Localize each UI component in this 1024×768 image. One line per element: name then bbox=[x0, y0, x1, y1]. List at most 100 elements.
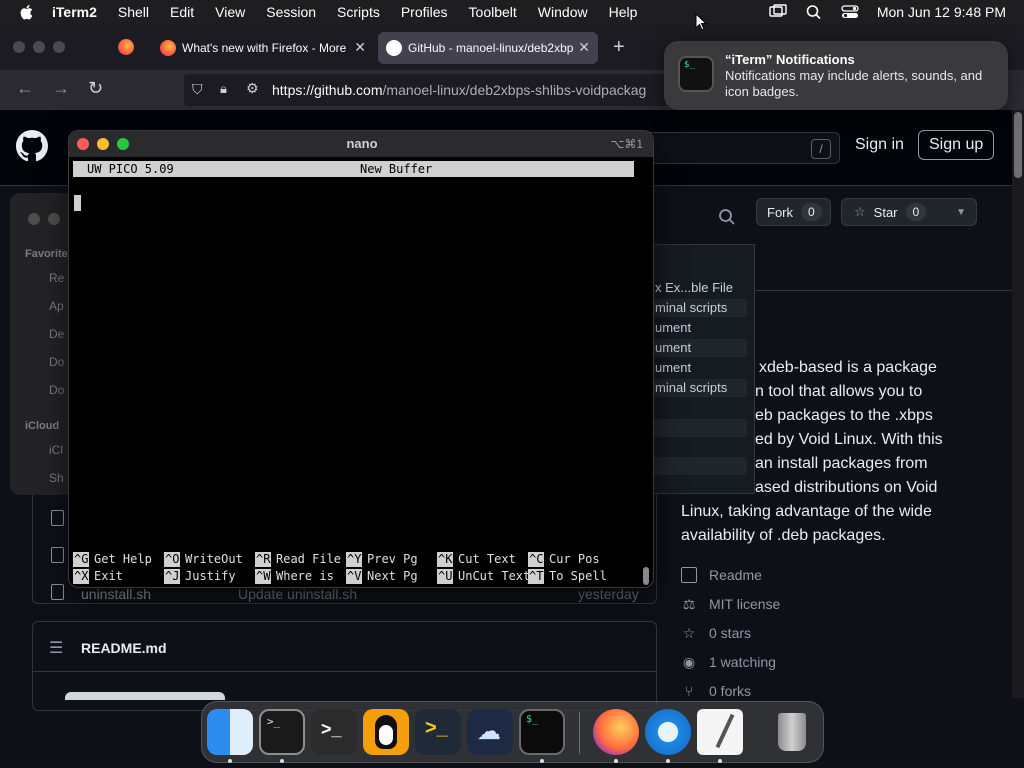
cloud-app-icon[interactable]: ☁ bbox=[467, 709, 513, 755]
new-tab-button[interactable]: + bbox=[613, 36, 625, 59]
license-link[interactable]: ⚖ MIT license bbox=[681, 596, 781, 612]
iterm-titlebar[interactable]: nano ⌥⌘1 bbox=[69, 131, 653, 157]
menu-help[interactable]: Help bbox=[609, 4, 638, 20]
search-icon[interactable] bbox=[718, 208, 736, 226]
nano-shortcut-key: ^T bbox=[528, 569, 545, 584]
page-scroll-thumb[interactable] bbox=[1014, 112, 1022, 178]
menu-window[interactable]: Window bbox=[538, 4, 588, 20]
iterm-dark-icon[interactable]: >_ bbox=[311, 709, 357, 755]
iterm-minimize-button[interactable] bbox=[97, 138, 109, 150]
dropdown-item[interactable]: ument bbox=[655, 340, 691, 355]
firefox-icon[interactable] bbox=[593, 709, 639, 755]
page-scrollbar[interactable] bbox=[1012, 110, 1024, 698]
finder-sidebar-item[interactable]: Do bbox=[49, 355, 64, 369]
back-arrow-icon[interactable]: ← bbox=[16, 78, 34, 99]
sign-in-link[interactable]: Sign in bbox=[855, 136, 904, 154]
nano-shortcut-key: ^K bbox=[437, 552, 454, 567]
stars-link[interactable]: ☆ 0 stars bbox=[681, 625, 751, 641]
divider bbox=[33, 671, 656, 672]
fork-button[interactable]: Fork 0 bbox=[756, 198, 831, 226]
menu-toolbelt[interactable]: Toolbelt bbox=[469, 4, 517, 20]
screen-mirroring-icon[interactable] bbox=[769, 4, 787, 20]
readme-card: ☰ README.md bbox=[32, 621, 657, 711]
dropdown-item[interactable]: ument bbox=[655, 320, 691, 335]
powershell-icon[interactable]: >_ bbox=[415, 709, 461, 755]
github-logo-icon[interactable] bbox=[16, 130, 48, 162]
file-name[interactable]: uninstall.sh bbox=[81, 586, 151, 602]
firefox-pinned-tab-icon[interactable] bbox=[118, 39, 134, 55]
finder-sidebar-item[interactable]: Sh bbox=[49, 471, 64, 485]
notification-title: “iTerm” Notifications bbox=[725, 52, 855, 67]
firefox-close-button[interactable] bbox=[13, 41, 25, 53]
permissions-icon[interactable]: ⚙ bbox=[246, 80, 259, 97]
menu-scripts[interactable]: Scripts bbox=[337, 4, 380, 20]
readme-link[interactable]: Readme bbox=[681, 567, 762, 583]
dropdown-item[interactable]: minal scripts bbox=[655, 380, 727, 395]
iterm-close-button[interactable] bbox=[77, 138, 89, 150]
terminal-icon[interactable]: >_ bbox=[259, 709, 305, 755]
notification-banner[interactable]: $_ “iTerm” Notifications Notifications m… bbox=[664, 41, 1008, 110]
dropdown-item[interactable]: x Ex...ble File bbox=[655, 280, 733, 295]
firefox-minimize-button[interactable] bbox=[33, 41, 45, 53]
readme-title[interactable]: README.md bbox=[81, 640, 167, 656]
iterm-zoom-button[interactable] bbox=[117, 138, 129, 150]
control-center-icon[interactable] bbox=[841, 4, 859, 20]
textedit-icon[interactable] bbox=[697, 709, 743, 755]
finder-sidebar-item[interactable]: Do bbox=[49, 383, 64, 397]
search-shortcut-key: / bbox=[811, 139, 831, 159]
finder-sidebar-item[interactable]: Ap bbox=[49, 299, 64, 313]
apple-icon[interactable] bbox=[18, 3, 36, 21]
dropdown-item[interactable]: minal scripts bbox=[655, 300, 727, 315]
menu-edit[interactable]: Edit bbox=[170, 4, 194, 20]
iterm-icon[interactable]: $_ bbox=[519, 709, 565, 755]
menu-view[interactable]: View bbox=[215, 4, 245, 20]
prompt-glyph: $_ bbox=[684, 60, 695, 70]
firefox-zoom-button[interactable] bbox=[53, 41, 65, 53]
penguin-belly bbox=[379, 725, 393, 745]
favorites-header: Favorite bbox=[25, 248, 68, 260]
finder-minimize-button[interactable] bbox=[48, 213, 60, 225]
tab-github[interactable]: GitHub - manoel-linux/deb2xbp ✕ bbox=[378, 32, 598, 64]
url-bar[interactable]: ⛉ 🔒︎ ⚙ https://github.com/manoel-linux/d… bbox=[184, 74, 704, 106]
watching-link[interactable]: ◉ 1 watching bbox=[681, 654, 776, 670]
commit-message[interactable]: Update uninstall.sh bbox=[238, 586, 357, 602]
spotlight-search-icon[interactable] bbox=[805, 4, 823, 20]
nano-shortcut-key: ^O bbox=[164, 552, 181, 567]
nano-shortcut-label: Exit bbox=[94, 569, 123, 583]
sign-up-button[interactable]: Sign up bbox=[918, 130, 995, 160]
iterm-window[interactable]: nano ⌥⌘1 UW PICO 5.09 New Buffer ^G Get … bbox=[68, 130, 654, 588]
tux-icon[interactable] bbox=[363, 709, 409, 755]
search-box[interactable]: / bbox=[640, 132, 840, 164]
finder-sidebar-item[interactable]: iCl bbox=[49, 443, 63, 457]
reload-icon[interactable]: ↻ bbox=[88, 78, 103, 99]
forks-link[interactable]: ⑂ 0 forks bbox=[681, 683, 751, 699]
finder-sidebar-item[interactable]: De bbox=[49, 327, 64, 341]
menu-profiles[interactable]: Profiles bbox=[401, 4, 448, 20]
trash-icon[interactable] bbox=[769, 709, 815, 755]
star-button[interactable]: ☆ Star 0 ▼ bbox=[841, 198, 977, 226]
about-line: availability of .deb packages. bbox=[681, 527, 886, 544]
forward-arrow-icon[interactable]: → bbox=[52, 78, 70, 99]
shield-icon[interactable]: ⛉ bbox=[192, 81, 203, 98]
dropdown-item[interactable]: ument bbox=[655, 360, 691, 375]
menubar-clock[interactable]: Mon Jun 12 9:48 PM bbox=[877, 4, 1006, 20]
iterm-scrollbar[interactable] bbox=[643, 567, 649, 585]
finder-icon[interactable] bbox=[207, 709, 253, 755]
nano-shortcut-label: Prev Pg bbox=[367, 552, 418, 566]
tab-whats-new[interactable]: What's new with Firefox - More ✕ bbox=[152, 32, 374, 64]
menu-app-name[interactable]: iTerm2 bbox=[52, 4, 97, 20]
finder-sidebar-item[interactable]: Re bbox=[49, 271, 64, 285]
finder-close-button[interactable] bbox=[28, 213, 40, 225]
nano-shortcut-label: UnCut Text bbox=[458, 569, 531, 583]
chevron-down-icon[interactable]: ▼ bbox=[956, 207, 966, 218]
close-icon[interactable]: ✕ bbox=[578, 39, 590, 56]
menu-shell[interactable]: Shell bbox=[118, 4, 149, 20]
close-icon[interactable]: ✕ bbox=[354, 39, 366, 56]
menu-session[interactable]: Session bbox=[266, 4, 316, 20]
lock-icon[interactable]: 🔒︎ bbox=[220, 81, 227, 97]
iterm-shortcut: ⌥⌘1 bbox=[610, 137, 643, 151]
running-indicator bbox=[718, 759, 722, 763]
safari-icon[interactable] bbox=[645, 709, 691, 755]
about-line: Linux, taking advantage of the wide bbox=[681, 503, 932, 520]
list-icon[interactable]: ☰ bbox=[49, 638, 63, 658]
